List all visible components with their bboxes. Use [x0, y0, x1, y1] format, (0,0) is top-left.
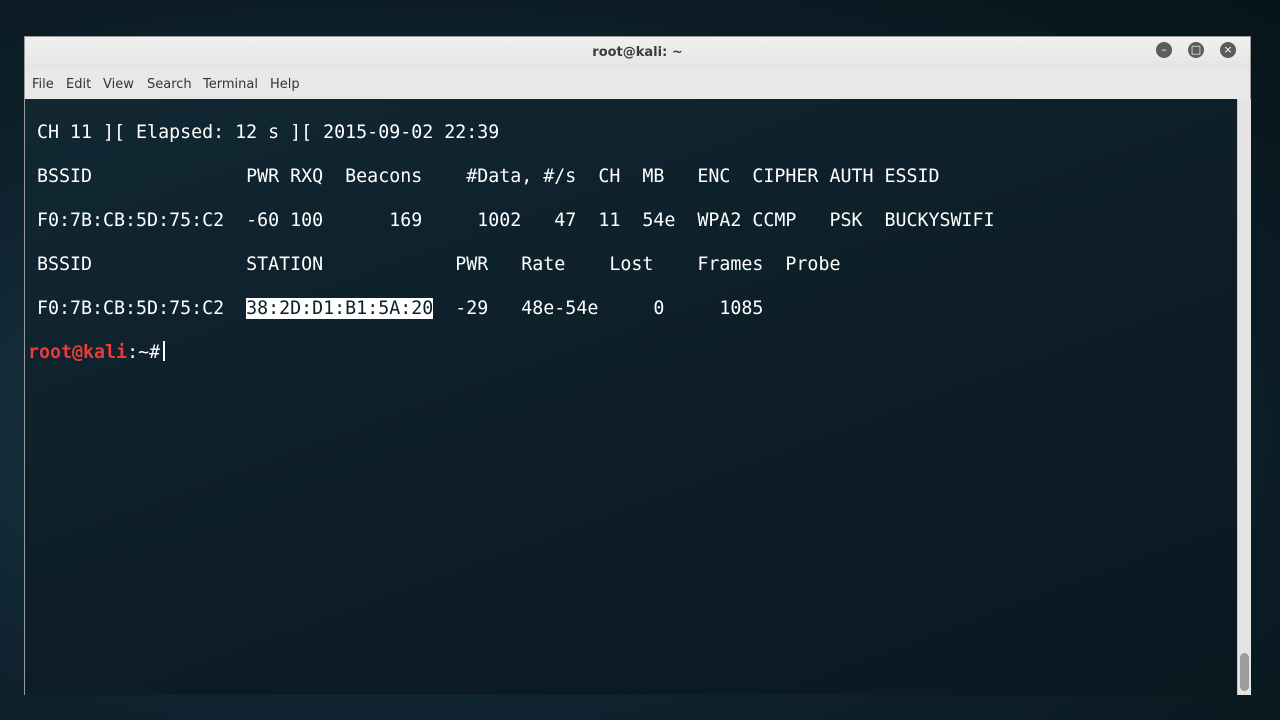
close-button[interactable]: × [1220, 42, 1236, 58]
status-line: CH 11 ][ Elapsed: 12 s ][ 2015-09-02 22:… [37, 122, 500, 143]
window-title: root@kali: ~ [592, 45, 683, 60]
text-cursor [163, 341, 166, 361]
shell-prompt[interactable]: root@kali:~# [28, 341, 166, 365]
selected-station-mac[interactable]: 38:2D:D1:B1:5A:20 [246, 298, 434, 319]
prompt-user-host: root@kali [28, 342, 128, 363]
ap-table-row: F0:7B:CB:5D:75:C2 -60 100 169 1002 47 11… [37, 210, 995, 231]
ap-table-header: BSSID PWR RXQ Beacons #Data, #/s CH MB E… [37, 166, 940, 187]
minimize-button[interactable]: – [1156, 42, 1172, 58]
maximize-button[interactable]: □ [1188, 42, 1204, 58]
station-table-row: F0:7B:CB:5D:75:C2 38:2D:D1:B1:5A:20 -29 … [37, 297, 763, 321]
terminal-output[interactable]: CH 11 ][ Elapsed: 12 s ][ 2015-09-02 22:… [25, 99, 1237, 695]
terminal-window: root@kali: ~ – □ × File Edit View Search… [24, 36, 1251, 695]
menu-terminal[interactable]: Terminal [203, 77, 258, 92]
station-table-header: BSSID STATION PWR Rate Lost Frames Probe [37, 254, 841, 275]
menu-edit[interactable]: Edit [66, 77, 91, 92]
menu-search[interactable]: Search [147, 77, 192, 92]
menu-bar: File Edit View Search Terminal Help [25, 71, 1250, 99]
station-details: -29 48e-54e 0 1085 [433, 298, 764, 319]
menu-file[interactable]: File [32, 77, 54, 92]
scrollbar-thumb[interactable] [1240, 653, 1249, 691]
scrollbar[interactable] [1237, 99, 1251, 695]
station-bssid: F0:7B:CB:5D:75:C2 [37, 298, 247, 319]
title-bar[interactable]: root@kali: ~ – □ × [25, 37, 1250, 69]
menu-help[interactable]: Help [270, 77, 300, 92]
menu-view[interactable]: View [103, 77, 134, 92]
prompt-path: :~# [127, 342, 161, 363]
